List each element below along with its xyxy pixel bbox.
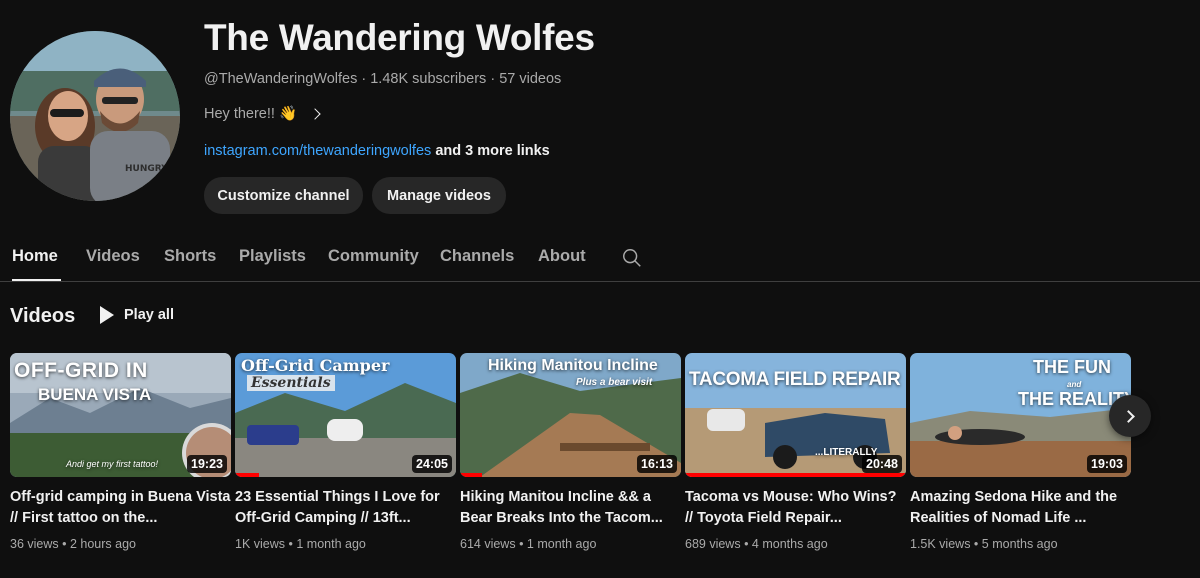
view-count: 1.5K views [910, 537, 971, 551]
video-thumbnail[interactable]: OFF-GRID IN BUENA VISTA Andi get my firs… [10, 353, 231, 477]
upload-age: 5 months ago [981, 537, 1058, 551]
search-icon[interactable] [621, 247, 643, 269]
view-count: 36 views [10, 537, 59, 551]
tab-community[interactable]: Community [328, 247, 419, 266]
video-stats: 36 views • 2 hours ago [10, 537, 136, 551]
video-duration: 20:48 [862, 455, 902, 473]
thumbnail-title: TACOMA FIELD REPAIR [689, 369, 901, 390]
tab-channels[interactable]: Channels [440, 247, 514, 266]
upload-age: 4 months ago [751, 537, 828, 551]
channel-name: The Wandering Wolfes [204, 17, 595, 58]
video-count: 57 videos [499, 71, 562, 87]
view-count: 614 views [460, 537, 516, 551]
video-card[interactable]: Off-Grid Camper Essentials 24:05 23 Esse… [235, 353, 456, 551]
tab-shorts[interactable]: Shorts [164, 247, 216, 266]
video-title[interactable]: Off-grid camping in Buena Vista // First… [10, 487, 231, 529]
thumbnail-subtitle: Plus a bear visit [576, 377, 653, 388]
video-title[interactable]: Hiking Manitou Incline && a Bear Breaks … [460, 487, 681, 529]
video-duration: 24:05 [412, 455, 452, 473]
customize-channel-button[interactable]: Customize channel [204, 177, 363, 214]
video-duration: 19:03 [1087, 455, 1127, 473]
thumbnail-title: OFF-GRID IN [14, 359, 148, 382]
tab-videos[interactable]: Videos [86, 247, 140, 266]
more-links[interactable]: and 3 more links [435, 143, 549, 159]
manage-videos-button[interactable]: Manage videos [372, 177, 506, 214]
section-title: Videos [10, 305, 76, 327]
channel-handle: @TheWanderingWolfes [204, 71, 358, 87]
video-stats: 614 views • 1 month ago [460, 537, 597, 551]
thumbnail-connector: and [1067, 380, 1082, 389]
thumbnail-title: THE FUN [1033, 357, 1111, 377]
channel-avatar[interactable]: HUNGRY [10, 31, 180, 201]
video-card[interactable]: Hiking Manitou Incline Plus a bear visit… [460, 353, 681, 551]
thumbnail-caption: Andi get my first tattoo! [66, 459, 159, 469]
watch-progress-bar [685, 473, 906, 477]
channel-tabs: Home Videos Shorts Playlists Community C… [0, 237, 1200, 282]
video-title[interactable]: Tacoma vs Mouse: Who Wins? // Toyota Fie… [685, 487, 906, 529]
video-duration: 16:13 [637, 455, 677, 473]
svg-text:HUNGRY: HUNGRY [125, 164, 168, 174]
video-thumbnail[interactable]: Off-Grid Camper Essentials 24:05 [235, 353, 456, 477]
play-all-label: Play all [124, 307, 174, 323]
watch-progress-bar [460, 473, 483, 477]
video-stats: 1.5K views • 5 months ago [910, 537, 1058, 551]
video-thumbnail[interactable]: TACOMA FIELD REPAIR ...LITERALLY 20:48 [685, 353, 906, 477]
thumbnail-title: Off-Grid Camper [241, 356, 390, 375]
tab-playlists[interactable]: Playlists [239, 247, 306, 266]
upload-age: 1 month ago [526, 537, 597, 551]
active-tab-indicator [12, 279, 61, 281]
video-card[interactable]: TACOMA FIELD REPAIR ...LITERALLY 20:48 T… [685, 353, 906, 551]
chevron-right-icon [309, 107, 321, 120]
subscriber-count: 1.48K subscribers [370, 71, 487, 87]
view-count: 689 views [685, 537, 741, 551]
thumbnail-subtitle: Essentials [247, 375, 335, 391]
play-all-button[interactable]: Play all [100, 306, 174, 324]
play-icon [100, 306, 114, 324]
view-count: 1K views [235, 537, 286, 551]
thumbnail-title: Hiking Manitou Incline [488, 357, 658, 374]
channel-description[interactable]: Hey there!! 👋 [204, 105, 321, 122]
description-text: Hey there!! 👋 [204, 106, 298, 122]
video-thumbnail[interactable]: THE FUN and THE REALITY 19:03 [910, 353, 1131, 477]
instagram-link[interactable]: instagram.com/thewanderingwolfes [204, 143, 431, 159]
channel-meta: @TheWanderingWolfes · 1.48K subscribers … [204, 71, 562, 87]
upload-age: 1 month ago [296, 537, 366, 551]
tab-about[interactable]: About [538, 247, 586, 266]
video-card[interactable]: OFF-GRID IN BUENA VISTA Andi get my firs… [10, 353, 231, 551]
video-duration: 19:23 [187, 455, 227, 473]
video-card[interactable]: THE FUN and THE REALITY 19:03 Amazing Se… [910, 353, 1131, 551]
video-title[interactable]: Amazing Sedona Hike and the Realities of… [910, 487, 1131, 529]
carousel-next-button[interactable] [1109, 395, 1151, 437]
video-stats: 1K views • 1 month ago [235, 537, 366, 551]
tab-home[interactable]: Home [12, 247, 58, 266]
watch-progress-bar [235, 473, 260, 477]
upload-age: 2 hours ago [69, 537, 136, 551]
video-stats: 689 views • 4 months ago [685, 537, 828, 551]
video-thumbnail[interactable]: Hiking Manitou Incline Plus a bear visit… [460, 353, 681, 477]
video-title[interactable]: 23 Essential Things I Love for Off-Grid … [235, 487, 456, 529]
chevron-right-icon [1122, 409, 1135, 423]
channel-links: instagram.com/thewanderingwolfes and 3 m… [204, 143, 550, 159]
thumbnail-subtitle: BUENA VISTA [38, 385, 152, 404]
